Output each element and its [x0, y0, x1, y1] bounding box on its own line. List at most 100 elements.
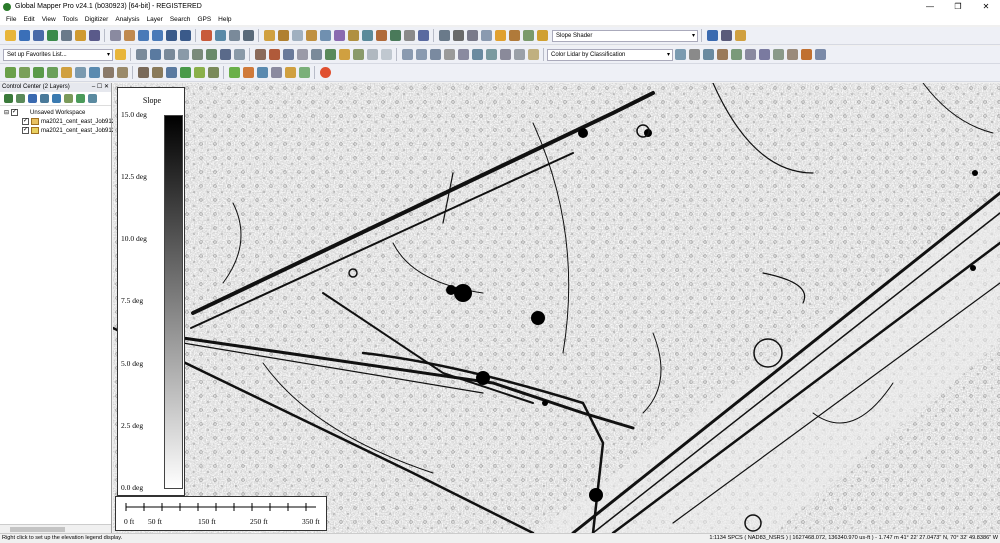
settings-gear-icon[interactable]: [720, 30, 732, 41]
forest-icon[interactable]: [18, 67, 30, 78]
lighting-icon[interactable]: [522, 30, 534, 41]
draw-line-icon[interactable]: [149, 49, 161, 60]
layer-close-icon[interactable]: [87, 94, 97, 103]
paste-icon[interactable]: [485, 49, 497, 60]
home-icon[interactable]: [179, 30, 191, 41]
layer-node[interactable]: ✓ ma2021_cent_east_Job912: [0, 117, 115, 126]
building-icon[interactable]: [60, 67, 72, 78]
layer-group-icon[interactable]: [63, 94, 73, 103]
loop-icon[interactable]: [298, 67, 310, 78]
pan-hand-icon[interactable]: [123, 30, 135, 41]
scale-icon[interactable]: [429, 49, 441, 60]
water-icon[interactable]: [88, 67, 100, 78]
terrain-paint-icon[interactable]: [403, 30, 415, 41]
vegetation-icon[interactable]: [32, 67, 44, 78]
smooth-line-icon[interactable]: [205, 49, 217, 60]
analysis-icon[interactable]: [333, 30, 345, 41]
lidar-rgb-icon[interactable]: [716, 49, 728, 60]
workspace-icon[interactable]: [88, 30, 100, 41]
point-icon[interactable]: [352, 49, 364, 60]
layer-node[interactable]: ✓ ma2021_cent_east_Job912: [0, 126, 115, 135]
menu-gps[interactable]: GPS: [197, 16, 211, 23]
elevation-legend[interactable]: Slope 15.0 deg 12.5 deg 10.0 deg 7.5 deg…: [117, 87, 185, 496]
delete-icon[interactable]: [499, 49, 511, 60]
stop-icon[interactable]: [242, 67, 254, 78]
back-arrow-icon[interactable]: [165, 30, 177, 41]
edit-line-icon[interactable]: [135, 49, 147, 60]
layer-info-icon[interactable]: [51, 94, 61, 103]
globe-data-icon[interactable]: [46, 30, 58, 41]
rotate-icon[interactable]: [415, 49, 427, 60]
zoom-in-icon[interactable]: [137, 30, 149, 41]
ndvi-icon[interactable]: [193, 67, 205, 78]
save-icon[interactable]: [32, 30, 44, 41]
undo-icon[interactable]: [513, 49, 525, 60]
area-icon[interactable]: [282, 49, 294, 60]
lidar-class-icon[interactable]: [674, 49, 686, 60]
cross-section-icon[interactable]: [165, 67, 177, 78]
crosshair-icon[interactable]: [452, 30, 464, 41]
minimize-button[interactable]: —: [916, 0, 944, 13]
close-button[interactable]: ✕: [972, 0, 1000, 13]
panel-buttons[interactable]: – ☐ ✕: [92, 83, 109, 92]
lidar-icon[interactable]: [347, 30, 359, 41]
record-icon[interactable]: [284, 67, 296, 78]
contour-icon[interactable]: [305, 30, 317, 41]
lidar-extract-icon[interactable]: [786, 49, 798, 60]
collapse-icon[interactable]: ⊟: [4, 109, 9, 116]
layer-find-icon[interactable]: [75, 94, 85, 103]
zoom-out-icon[interactable]: [151, 30, 163, 41]
target-icon[interactable]: [268, 49, 280, 60]
powerline-icon[interactable]: [74, 67, 86, 78]
play-icon[interactable]: [228, 67, 240, 78]
split-line-icon[interactable]: [177, 49, 189, 60]
map-pin-icon[interactable]: [466, 30, 478, 41]
pixels-to-points-icon[interactable]: [319, 67, 331, 78]
hillshade-icon[interactable]: [508, 30, 520, 41]
canopy-icon[interactable]: [46, 67, 58, 78]
reshape-icon[interactable]: [163, 49, 175, 60]
map-layout-icon[interactable]: [389, 30, 401, 41]
open-folder-icon[interactable]: [4, 30, 16, 41]
layout-icon[interactable]: [438, 30, 450, 41]
layer-add-icon[interactable]: [15, 94, 25, 103]
scale-bar[interactable]: 0 ft 50 ft 150 ft 250 ft 350 ft: [115, 496, 327, 531]
lidar-layers-icon[interactable]: [800, 49, 812, 60]
lidar-settings-icon[interactable]: [814, 49, 826, 60]
ruler-icon[interactable]: [527, 49, 539, 60]
lidar-profile-icon[interactable]: [758, 49, 770, 60]
watershed-icon[interactable]: [319, 30, 331, 41]
view-shed-icon[interactable]: [242, 30, 254, 41]
lidar-filter-icon[interactable]: [744, 49, 756, 60]
tools-icon[interactable]: [375, 30, 387, 41]
menu-file[interactable]: File: [6, 16, 16, 23]
measure-line-icon[interactable]: [254, 49, 266, 60]
menu-edit[interactable]: Edit: [23, 16, 34, 23]
tree-icon[interactable]: [4, 67, 16, 78]
pointer-icon[interactable]: [109, 30, 121, 41]
shader-select[interactable]: Slope Shader ▾: [552, 29, 698, 42]
fly-icon[interactable]: [270, 67, 282, 78]
cut-icon[interactable]: [457, 49, 469, 60]
lidar-color-select[interactable]: Color Lidar by Classification ▾: [547, 48, 673, 61]
attribute-icon[interactable]: [324, 49, 336, 60]
open-data-icon[interactable]: [18, 30, 30, 41]
volume-icon[interactable]: [291, 30, 303, 41]
layer-checkbox[interactable]: ✓: [22, 118, 29, 125]
export-icon[interactable]: [417, 30, 429, 41]
noise-icon[interactable]: [116, 67, 128, 78]
workspace-node[interactable]: ⊟ ✓ Unsaved Workspace: [0, 108, 111, 117]
lidar-return-icon[interactable]: [730, 49, 742, 60]
menu-search[interactable]: Search: [170, 16, 191, 23]
3d-view-icon[interactable]: [263, 30, 275, 41]
menu-analysis[interactable]: Analysis: [115, 16, 139, 23]
lidar-elev-icon[interactable]: [688, 49, 700, 60]
menu-digitizer[interactable]: Digitizer: [85, 16, 108, 23]
layer-globe-icon[interactable]: [3, 94, 13, 103]
segment-icon[interactable]: [151, 67, 163, 78]
lidar-grid-icon[interactable]: [772, 49, 784, 60]
ground-icon[interactable]: [102, 67, 114, 78]
menu-view[interactable]: View: [42, 16, 56, 23]
layer-options-icon[interactable]: [27, 94, 37, 103]
pixel-icon[interactable]: [179, 67, 191, 78]
